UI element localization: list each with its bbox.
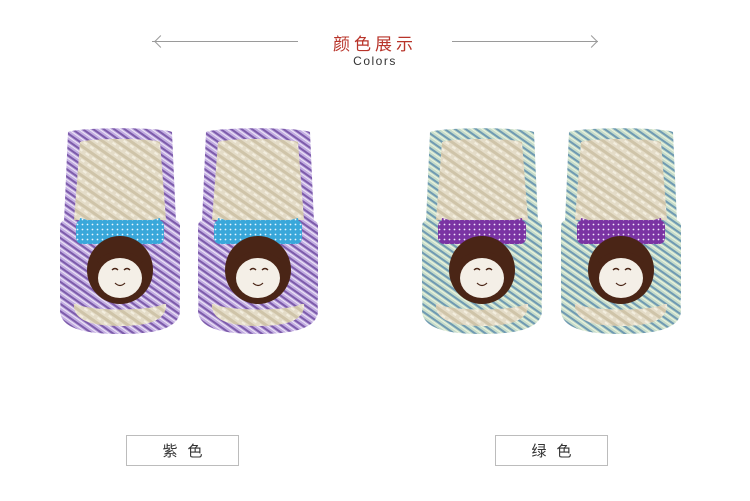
product-color-display: 颜色展示 Colors 紫色 绿色 xyxy=(0,0,750,501)
green-slipper-left xyxy=(422,128,542,334)
purple-slipper-right xyxy=(198,128,318,334)
section-title: 颜色展示 xyxy=(333,35,417,55)
color-option-purple[interactable]: 紫色 xyxy=(126,435,239,466)
slippers-photo xyxy=(0,120,750,420)
green-slipper-right xyxy=(561,128,681,334)
color-option-green[interactable]: 绿色 xyxy=(495,435,608,466)
section-subtitle: Colors xyxy=(353,54,397,68)
section-header: 颜色展示 Colors xyxy=(0,18,750,78)
purple-slipper-left xyxy=(60,128,180,334)
